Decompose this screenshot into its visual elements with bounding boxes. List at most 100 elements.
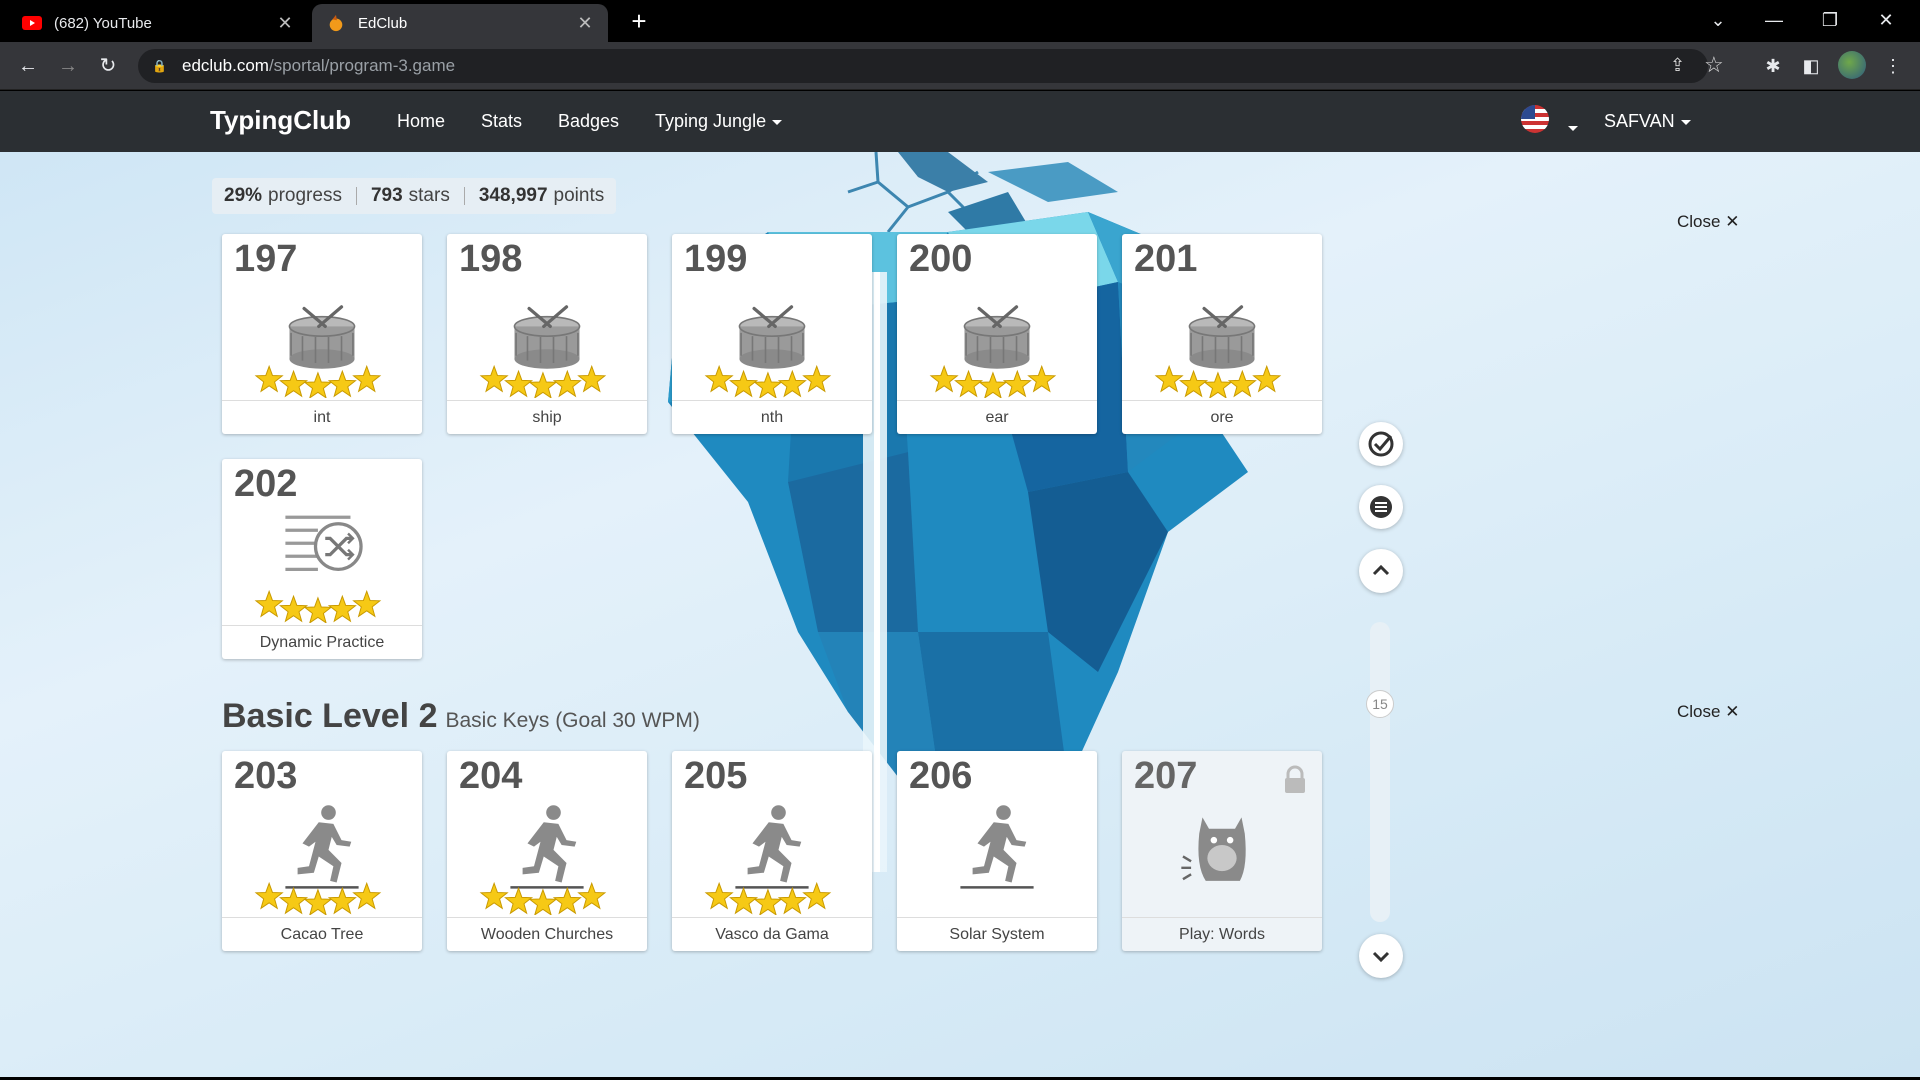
drum-icon [1154,305,1282,398]
nav-home[interactable]: Home [397,111,445,132]
lesson-card[interactable]: 202 Dynamic Practice [222,459,422,659]
tab-youtube[interactable]: (682) YouTube ✕ [8,4,308,42]
minimize-button[interactable]: — [1746,0,1802,40]
star-icon [327,369,357,398]
lesson-card[interactable]: 205 Vasco da Gama [672,751,872,951]
scroll-down-button[interactable] [1359,934,1403,978]
star-icon [1027,364,1057,393]
monster-icon [1181,817,1246,881]
star-icon [802,364,832,393]
close-tab-icon[interactable]: ✕ [276,13,294,34]
drum-icon [254,305,382,398]
tab-title: (682) YouTube [54,14,152,32]
star-icon [279,594,309,623]
share-icon[interactable]: ⇪ [1670,55,1685,76]
chevron-down-icon [772,119,783,125]
lesson-card[interactable]: 198 ship [447,234,647,434]
forward-button[interactable]: → [52,50,84,82]
lock-icon [1285,765,1305,793]
check-progress-button[interactable] [1359,422,1403,466]
close-window-button[interactable]: ✕ [1858,0,1914,40]
side-panel-icon[interactable]: ◧ [1796,51,1826,81]
progress-stats-bar: 29% progress 793 stars 348,997 points [212,178,617,214]
lesson-card[interactable]: 206 Solar System [897,751,1097,951]
lesson-label: Cacao Tree [222,917,422,951]
browser-tab-strip: (682) YouTube ✕ EdClub ✕ + ⌄ — ❐ ✕ [0,0,1920,42]
star-icon [528,371,558,398]
progress-label: progress [268,185,342,206]
star-icon [729,886,759,915]
address-bar[interactable]: 🔒 edclub.com/sportal/program-3.game ⇪ ☆ [138,49,1724,83]
nav-badges[interactable]: Badges [558,111,619,132]
lesson-number: 202 [234,463,298,505]
nav-stats[interactable]: Stats [481,111,522,132]
lesson-card[interactable]: 197 int [222,234,422,434]
star-icon [1227,369,1257,398]
profile-avatar[interactable] [1838,51,1866,79]
lesson-number: 205 [684,755,748,797]
language-dropdown[interactable] [1562,117,1578,138]
close-label: Close [1677,702,1721,721]
list-view-button[interactable] [1359,485,1403,529]
lesson-card[interactable]: 201 ore [1122,234,1322,434]
lesson-number: 197 [234,238,298,280]
star-icon [929,364,959,393]
lesson-label: Wooden Churches [447,917,647,951]
reload-button[interactable]: ↻ [92,50,124,82]
tab-edclub[interactable]: EdClub ✕ [312,4,608,42]
star-icon [552,886,582,915]
star-icon [254,364,284,393]
scroll-level-indicator[interactable]: 15 [1366,690,1394,718]
close-tab-icon[interactable]: ✕ [576,13,594,34]
star-icon [303,888,333,915]
progress-value: 29% [224,185,263,206]
back-button[interactable]: ← [12,50,44,82]
star-icon [254,589,284,618]
extensions-icon[interactable]: ✱ [1758,51,1788,81]
scroll-up-button[interactable] [1359,549,1403,593]
star-icon [1179,369,1209,398]
star-icon [254,881,284,910]
chevron-up-icon [1372,564,1390,576]
lesson-card[interactable]: 203 Cacao Tree [222,751,422,951]
lesson-card[interactable]: 200 ear [897,234,1097,434]
star-icon [1203,371,1233,398]
new-tab-button[interactable]: + [624,6,654,36]
tab-search-icon[interactable]: ⌄ [1690,0,1746,40]
edclub-icon [329,14,343,32]
lesson-label: int [222,400,422,434]
level-scrollbar[interactable] [1370,622,1390,922]
star-icon [577,364,607,393]
star-icon [479,364,509,393]
lesson-number: 203 [234,755,298,797]
us-flag-icon[interactable] [1521,105,1549,133]
points-value: 348,997 [478,185,548,206]
site-logo[interactable]: TypingClub [210,105,351,136]
lesson-label: Play: Words [1122,917,1322,951]
user-menu[interactable]: SAFVAN [1604,111,1691,132]
menu-kebab-icon[interactable]: ⋮ [1878,51,1908,81]
browser-toolbar: ← → ↻ 🔒 edclub.com/sportal/program-3.gam… [0,42,1920,90]
site-navbar: TypingClub Home Stats Badges Typing Jung… [0,91,1920,152]
restore-button[interactable]: ❐ [1802,0,1858,40]
lesson-card[interactable]: 207 Play: Words [1122,751,1322,951]
lesson-label: ore [1122,400,1322,434]
star-icon [528,888,558,915]
lesson-number: 207 [1134,755,1198,797]
star-icon [954,369,984,398]
close-button[interactable]: Close ✕ [1677,212,1739,232]
lesson-card[interactable]: 199 nth [672,234,872,434]
star-icon [753,888,783,915]
lesson-card[interactable]: 204 Wooden Churches [447,751,647,951]
stars-label: stars [408,185,450,206]
section-subtitle: Basic Keys (Goal 30 WPM) [445,709,700,732]
bookmark-star-icon[interactable]: ☆ [1704,52,1724,78]
lesson-label: Dynamic Practice [222,625,422,659]
star-icon [753,371,783,398]
lesson-number: 198 [459,238,523,280]
nav-typing-jungle[interactable]: Typing Jungle [655,111,783,132]
drum-icon [704,305,832,398]
youtube-icon [22,16,42,30]
close-button[interactable]: Close ✕ [1677,702,1739,722]
runner-icon [479,805,607,915]
